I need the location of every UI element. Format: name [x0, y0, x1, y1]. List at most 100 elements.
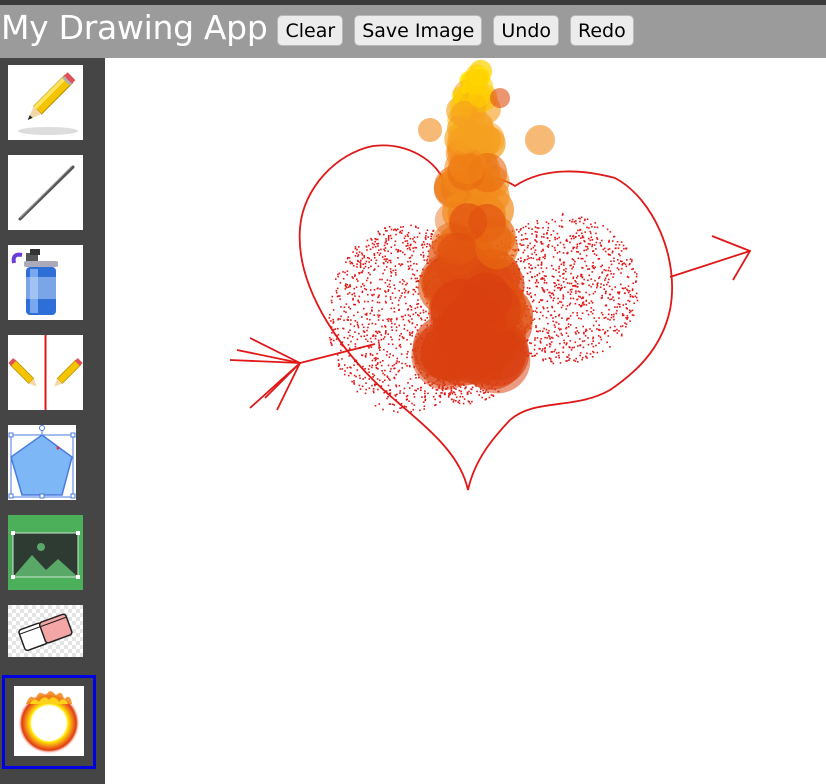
spray-dot [531, 355, 534, 357]
spray-dot [550, 336, 553, 339]
spray-dot [408, 400, 410, 402]
spray-dot [591, 265, 594, 268]
spray-dot [592, 350, 594, 353]
save-image-button[interactable]: Save Image [354, 15, 483, 46]
drawing-canvas[interactable] [105, 58, 826, 784]
tool-polygon[interactable] [8, 425, 76, 500]
tool-line[interactable] [8, 155, 83, 230]
spray-dot [580, 273, 582, 276]
spray-dot [353, 303, 355, 306]
spray-dot [402, 337, 405, 340]
spray-dot [591, 342, 593, 345]
spray-dot [390, 237, 393, 240]
spray-dot [562, 351, 564, 354]
spray-dot [607, 269, 610, 272]
spray-dot [562, 252, 565, 254]
spray-dot [404, 362, 407, 365]
spray-dot [379, 349, 381, 351]
spray-dot [384, 242, 387, 244]
spray-dot [408, 257, 411, 259]
spray-dot [534, 249, 537, 251]
spray-dot [575, 357, 577, 360]
clear-button[interactable]: Clear [277, 15, 344, 46]
spray-dot [377, 245, 379, 247]
spray-dot [616, 267, 619, 269]
spray-dot [368, 378, 370, 380]
spray-dot [383, 269, 386, 271]
spray-dot [578, 304, 581, 306]
spray-dot [606, 330, 609, 332]
spray-dot [535, 325, 537, 327]
spray-dot [440, 392, 442, 394]
spray-dot [568, 346, 571, 348]
spray-dot [554, 316, 557, 318]
spray-dot [373, 252, 376, 255]
spray-dot [590, 300, 593, 302]
eraser-icon [8, 605, 83, 657]
spray-dot [395, 233, 397, 236]
spray-dot [555, 334, 558, 336]
spray-dot [552, 320, 554, 323]
spray-dot [547, 246, 549, 248]
spray-dot [354, 295, 356, 297]
spray-dot [336, 287, 339, 290]
spray-dot [595, 254, 598, 256]
spray-dot [361, 316, 363, 318]
tool-eraser[interactable] [8, 605, 83, 657]
spray-dot [577, 290, 580, 293]
spray-dot [614, 286, 616, 288]
spray-dot [363, 256, 365, 259]
spray-dot [383, 336, 386, 338]
undo-button[interactable]: Undo [493, 15, 560, 46]
spray-dot [393, 377, 396, 380]
spray-dot [574, 260, 576, 263]
spray-dot [398, 324, 400, 327]
spray-dot [363, 300, 366, 303]
spray-dot [424, 319, 426, 321]
spray-dot [582, 297, 585, 299]
canvas-drawing [229, 59, 752, 491]
tool-fire-selected[interactable] [2, 675, 96, 769]
spray-dot [415, 286, 418, 288]
spray-dot [385, 230, 387, 232]
spray-dot [356, 321, 359, 324]
spray-dot [396, 250, 399, 253]
redo-button[interactable]: Redo [570, 15, 634, 46]
app-title: My Drawing App [1, 8, 268, 47]
spray-dot [578, 295, 580, 298]
spray-dot [571, 288, 573, 291]
spray-dot [592, 337, 594, 340]
tool-mirror[interactable] [8, 335, 83, 410]
spray-dot [607, 281, 609, 284]
spray-dot [549, 345, 551, 348]
spray-dot [468, 390, 470, 393]
spray-dot [404, 296, 406, 298]
spray-dot [344, 288, 347, 290]
spray-dot [534, 282, 537, 284]
spray-dot [466, 393, 469, 396]
spray-dot [551, 305, 553, 308]
spray-dot [592, 261, 594, 264]
tool-pencil[interactable] [8, 65, 83, 140]
spray-dot [394, 367, 396, 370]
spray-dot [569, 219, 571, 222]
spray-dot [353, 383, 356, 385]
spray-dot [374, 240, 376, 243]
tool-image[interactable] [8, 515, 83, 590]
tool-spray[interactable] [8, 245, 83, 320]
spray-dot [613, 313, 615, 316]
spray-dot [395, 373, 397, 376]
spray-dot [479, 390, 482, 393]
spray-dot [608, 278, 610, 281]
spray-dot [412, 238, 414, 240]
spray-dot [571, 218, 574, 221]
spray-dot [402, 318, 405, 321]
spray-dot [544, 350, 546, 352]
spray-dot [585, 265, 588, 267]
spray-dot [634, 271, 636, 273]
spray-dot [340, 306, 342, 308]
spray-dot [397, 249, 399, 251]
spray-dot [569, 235, 571, 237]
spray-dot [596, 286, 598, 289]
spray-dot [395, 347, 398, 350]
